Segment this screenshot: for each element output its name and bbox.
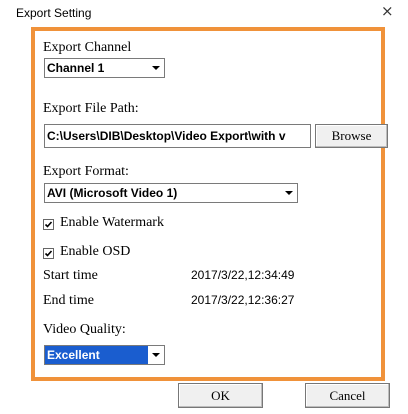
- export-file-path-label: Export File Path:: [43, 101, 139, 116]
- enable-watermark-checkbox[interactable]: [43, 219, 54, 230]
- enable-osd-checkbox[interactable]: [43, 248, 54, 259]
- export-channel-label: Export Channel: [43, 40, 132, 55]
- video-quality-select[interactable]: Excellent: [44, 345, 165, 365]
- export-format-select[interactable]: AVI (Microsoft Video 1): [44, 183, 298, 203]
- export-channel-select[interactable]: Channel 1: [44, 58, 165, 78]
- end-time-value: 2017/3/22,12:36:27: [191, 293, 295, 307]
- start-time-value: 2017/3/22,12:34:49: [191, 268, 295, 282]
- export-setting-dialog: Export Setting × Export Channel Channel …: [0, 0, 408, 414]
- export-format-value: AVI (Microsoft Video 1): [47, 186, 178, 200]
- window-title: Export Setting: [16, 6, 92, 20]
- enable-osd-label: Enable OSD: [60, 244, 131, 259]
- ok-button[interactable]: OK: [178, 383, 263, 408]
- start-time-label: Start time: [43, 268, 98, 283]
- chevron-down-icon[interactable]: [148, 346, 164, 364]
- check-icon: [44, 221, 53, 228]
- chevron-down-icon[interactable]: [148, 59, 164, 77]
- chevron-down-icon[interactable]: [281, 184, 297, 202]
- export-channel-value: Channel 1: [47, 61, 105, 75]
- end-time-label: End time: [43, 293, 94, 308]
- video-quality-value: Excellent: [45, 346, 148, 364]
- video-quality-label: Video Quality:: [43, 322, 126, 337]
- export-file-path-input[interactable]: C:\Users\DIB\Desktop\Video Export\with v: [44, 124, 311, 148]
- export-file-path-value: C:\Users\DIB\Desktop\Video Export\with v: [47, 129, 286, 143]
- enable-watermark-label: Enable Watermark: [60, 215, 164, 230]
- title-bar: Export Setting ×: [0, 0, 408, 26]
- close-icon[interactable]: ×: [381, 2, 394, 20]
- browse-button[interactable]: Browse: [315, 124, 388, 148]
- export-format-label: Export Format:: [43, 164, 129, 179]
- check-icon: [44, 250, 53, 257]
- cancel-button[interactable]: Cancel: [305, 383, 390, 408]
